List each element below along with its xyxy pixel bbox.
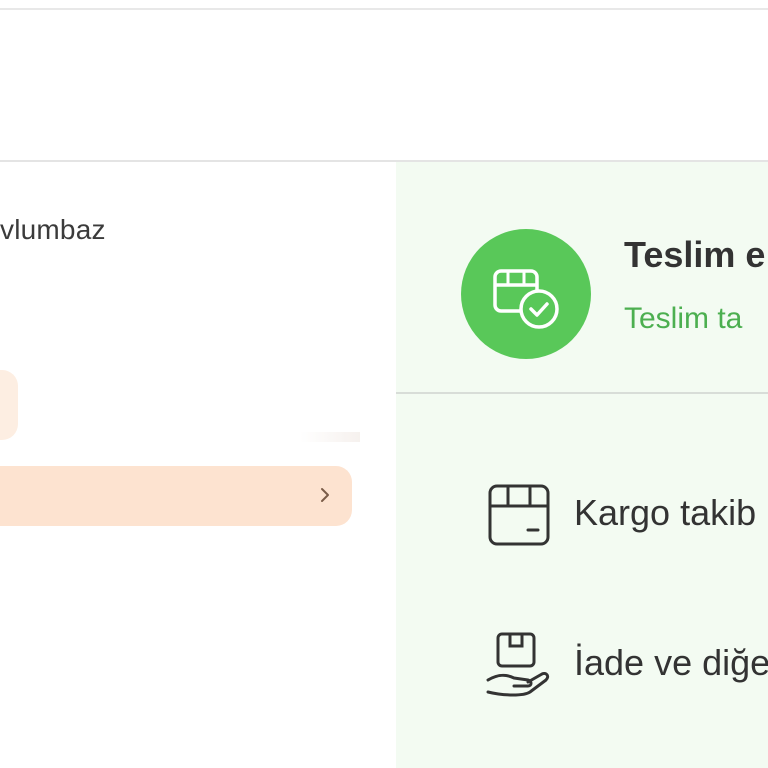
top-divider (0, 8, 768, 10)
delivered-package-icon (493, 269, 559, 329)
chevron-right-icon (321, 488, 329, 502)
status-badge (461, 229, 591, 359)
return-label: İade ve diğe (574, 642, 768, 683)
status-subtitle: Teslim ta (624, 302, 743, 335)
seller-panel: vlumbaz (0, 162, 396, 768)
status-divider (396, 392, 768, 394)
order-detail-page: vlumbaz Teslim e Teslim ta Kargo takib İ… (0, 0, 768, 768)
status-title: Teslim e (624, 234, 766, 275)
return-button[interactable]: İade ve diğe (484, 630, 768, 710)
seller-link-row[interactable] (0, 466, 352, 526)
cargo-tracking-button[interactable]: Kargo takib (484, 480, 768, 560)
seller-name: vlumbaz (0, 214, 106, 245)
cargo-box-icon (488, 484, 550, 546)
return-hand-icon (486, 632, 550, 697)
order-status-panel: Teslim e Teslim ta Kargo takib İade ve d… (396, 162, 768, 768)
seller-chip[interactable] (0, 370, 18, 440)
chip-shadow (300, 432, 360, 442)
cargo-tracking-label: Kargo takib (574, 492, 757, 533)
